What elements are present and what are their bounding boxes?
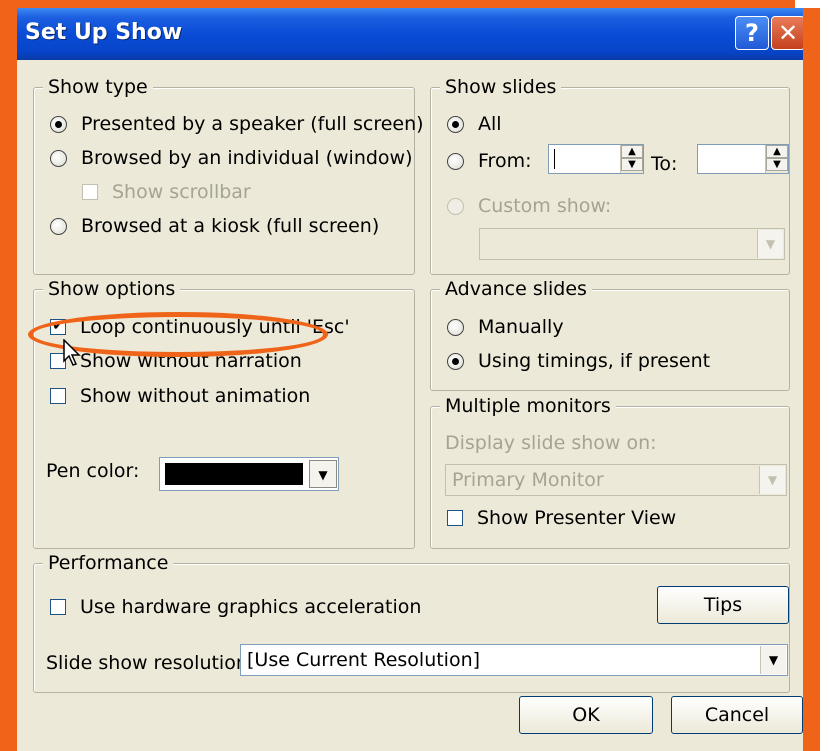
from-radio[interactable] [447,152,464,170]
dialog-title: Set Up Show [25,20,183,45]
advance-slides-group: Advance slides Manually Using timings, i… [430,277,790,391]
monitor-value: Primary Monitor [452,469,604,491]
close-button[interactable]: ✕ [771,16,803,50]
manually-option[interactable]: Manually [447,316,564,338]
set-up-show-dialog: Set Up Show ? ✕ Show type Presented by a… [17,8,803,751]
chevron-down-icon[interactable]: ▼ [309,460,337,488]
to-spin-arrows[interactable]: ▲ ▼ [765,145,788,173]
kiosk-option[interactable]: Browsed at a kiosk (full screen) [50,215,379,237]
show-scrollbar-checkbox [82,184,98,200]
performance-group: Performance Use hardware graphics accele… [33,551,790,693]
from-slide-spinner[interactable]: ▲ ▼ [548,144,644,174]
kiosk-radio[interactable] [50,217,67,235]
multiple-monitors-group: Multiple monitors Display slide show on:… [430,394,790,549]
tips-button[interactable]: Tips [657,586,789,624]
resolution-label: Slide show resolution: [46,652,255,674]
cancel-button[interactable]: Cancel [671,696,803,734]
pen-color-swatch [165,463,303,485]
annotation-frame-right [803,8,820,751]
hw-accel-checkbox[interactable] [50,599,66,615]
chevron-down-icon: ▼ [759,466,785,494]
annotation-frame-left [0,0,17,751]
monitor-dropdown: Primary Monitor ▼ [445,464,787,496]
custom-show-dropdown: ▼ [479,228,785,260]
individual-label: Browsed by an individual (window) [81,147,413,169]
show-scrollbar-label: Show scrollbar [112,181,251,203]
spin-down-icon[interactable]: ▼ [621,158,643,171]
custom-show-option: Custom show: [447,195,611,217]
spin-up-icon[interactable]: ▲ [766,145,788,158]
presenter-view-label: Show Presenter View [477,507,677,529]
spin-down-icon[interactable]: ▼ [766,158,788,171]
annotation-frame-top [10,0,795,8]
timings-label: Using timings, if present [478,350,711,372]
close-icon: ✕ [777,19,799,47]
to-slide-spinner[interactable]: ▲ ▼ [697,144,789,174]
from-option[interactable]: From: [447,150,531,172]
speaker-label: Presented by a speaker (full screen) [81,113,424,135]
all-slides-option[interactable]: All [447,113,502,135]
individual-radio[interactable] [50,149,67,167]
presenter-view-option[interactable]: Show Presenter View [447,507,676,529]
speaker-option[interactable]: Presented by a speaker (full screen) [50,113,424,135]
to-label: To: [651,153,678,175]
advance-slides-legend: Advance slides [440,277,592,301]
timings-radio[interactable] [447,352,464,370]
manually-radio[interactable] [447,318,464,336]
all-slides-radio[interactable] [447,115,464,133]
pen-color-picker[interactable]: ▼ [159,457,339,491]
hw-accel-option[interactable]: Use hardware graphics acceleration [50,596,421,618]
show-options-legend: Show options [43,277,181,301]
manually-label: Manually [478,316,564,338]
hw-accel-label: Use hardware graphics acceleration [80,596,422,618]
performance-legend: Performance [43,551,174,575]
chevron-down-icon: ▼ [757,230,783,258]
chevron-down-icon[interactable]: ▼ [760,646,786,674]
spin-up-icon[interactable]: ▲ [621,145,643,158]
no-animation-option[interactable]: Show without animation [50,385,310,407]
mouse-pointer-icon [63,339,81,366]
presenter-view-checkbox[interactable] [447,510,463,526]
title-bar: Set Up Show ? ✕ [17,8,803,60]
multiple-monitors-legend: Multiple monitors [440,394,616,418]
all-slides-label: All [478,113,502,135]
show-scrollbar-option: Show scrollbar [82,181,251,203]
show-type-group: Show type Presented by a speaker (full s… [33,75,424,275]
show-slides-group: Show slides All From: ▲ ▼ To: ▲ ▼ Custom… [430,75,790,275]
show-slides-legend: Show slides [440,75,562,99]
display-on-label: Display slide show on: [445,432,657,454]
speaker-radio[interactable] [50,115,67,133]
timings-option[interactable]: Using timings, if present [447,350,710,372]
no-animation-label: Show without animation [80,385,311,407]
resolution-value: [Use Current Resolution] [247,649,481,671]
help-icon: ? [745,19,759,47]
show-type-legend: Show type [43,75,153,99]
text-caret [554,149,555,169]
individual-option[interactable]: Browsed by an individual (window) [50,147,413,169]
ok-button[interactable]: OK [519,696,653,734]
custom-show-label: Custom show: [478,195,612,217]
kiosk-label: Browsed at a kiosk (full screen) [81,215,380,237]
help-button[interactable]: ? [735,16,769,50]
from-label: From: [478,150,532,172]
no-animation-checkbox[interactable] [50,388,66,404]
from-spin-arrows[interactable]: ▲ ▼ [620,145,643,173]
custom-show-radio [447,197,464,215]
resolution-dropdown[interactable]: [Use Current Resolution] ▼ [240,644,788,676]
pen-color-label: Pen color: [46,460,140,482]
